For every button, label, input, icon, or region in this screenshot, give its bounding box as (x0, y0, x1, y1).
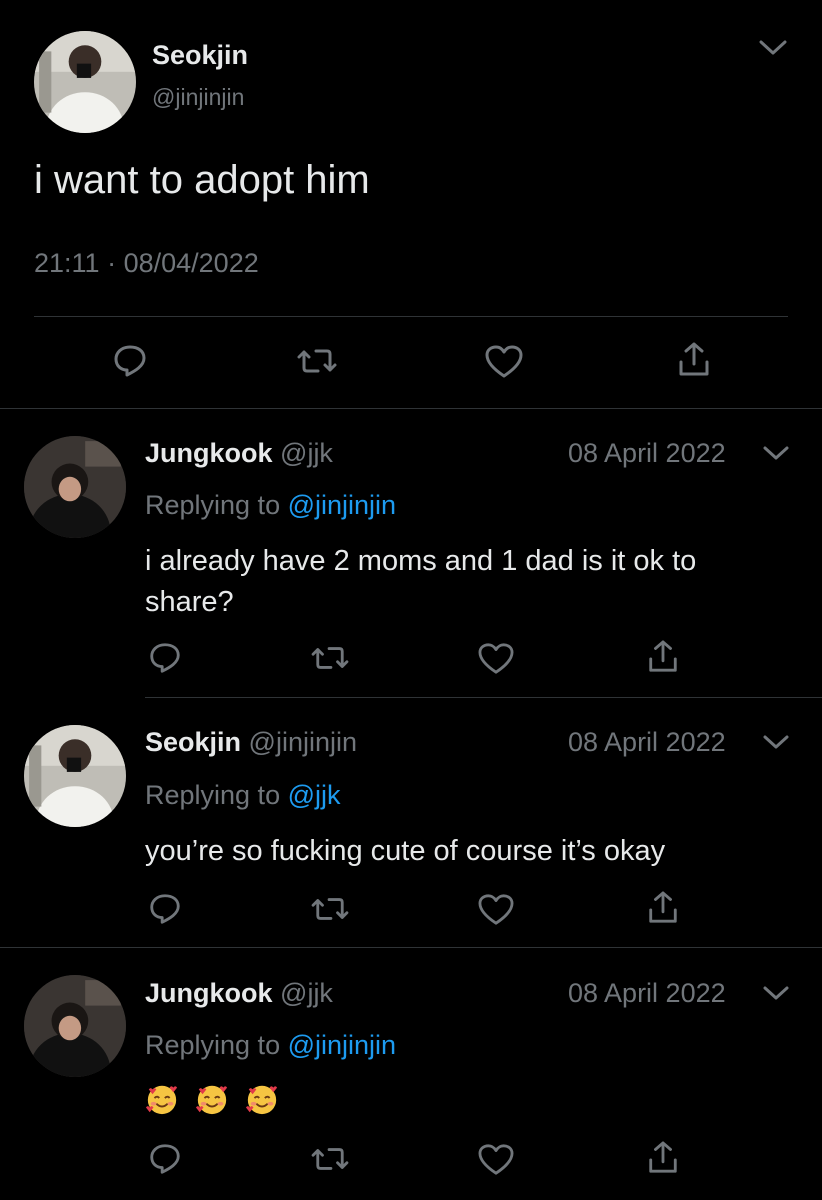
avatar[interactable] (34, 31, 136, 133)
avatar[interactable] (24, 436, 126, 538)
author-handle[interactable]: @jjk (280, 438, 333, 468)
author-name[interactable]: Seokjin (145, 727, 241, 757)
reply-date[interactable]: 08 April 2022 (568, 727, 726, 758)
reply-date[interactable]: 08 April 2022 (568, 438, 726, 469)
action-bar (0, 638, 822, 678)
author-name[interactable]: Jungkook (145, 978, 273, 1008)
like-icon[interactable] (477, 893, 515, 927)
like-icon[interactable] (477, 1143, 515, 1177)
author-handle[interactable]: @jinjinjin (152, 84, 244, 111)
author-name[interactable]: Seokjin (152, 40, 248, 71)
emoji-row (145, 1082, 295, 1118)
action-bar (0, 889, 822, 929)
divider (0, 947, 822, 948)
avatar[interactable] (24, 725, 126, 827)
tweet-timestamp: 21:11 · 08/04/2022 (34, 248, 259, 279)
replying-to: Replying to @jinjinjin (145, 490, 396, 521)
chevron-down-icon[interactable] (762, 984, 790, 1002)
replying-to-prefix: Replying to (145, 490, 281, 520)
separator-dot: · (107, 248, 117, 278)
chevron-down-icon[interactable] (762, 733, 790, 751)
reply-author: Seokjin @jinjinjin (145, 727, 357, 758)
tweet-time: 21:11 (34, 248, 100, 278)
chevron-down-icon[interactable] (758, 38, 788, 58)
like-icon[interactable] (477, 642, 515, 676)
tweet-date[interactable]: 08/04/2022 (124, 248, 259, 278)
replying-to-prefix: Replying to (145, 1030, 281, 1060)
retweet-icon[interactable] (310, 642, 350, 674)
action-bar (0, 340, 822, 380)
smiling-face-with-hearts-emoji (245, 1085, 278, 1115)
reply-text-line: share? (145, 586, 234, 618)
share-icon[interactable] (646, 638, 680, 676)
smiling-face-with-hearts-emoji (195, 1085, 228, 1115)
share-icon[interactable] (646, 889, 680, 927)
reply-icon[interactable] (147, 1141, 183, 1177)
mention-link[interactable]: @jinjinjin (288, 1030, 396, 1060)
mention-link[interactable]: @jjk (288, 780, 341, 810)
smiling-face-with-hearts-emoji (145, 1085, 178, 1115)
tweet-text: i want to adopt him (34, 158, 370, 202)
avatar[interactable] (24, 975, 126, 1077)
chevron-down-icon[interactable] (762, 444, 790, 462)
replying-to: Replying to @jjk (145, 780, 341, 811)
replying-to: Replying to @jinjinjin (145, 1030, 396, 1061)
author-handle[interactable]: @jinjinjin (249, 727, 357, 757)
author-name[interactable]: Jungkook (145, 438, 273, 468)
action-bar (0, 1139, 822, 1179)
reply-icon[interactable] (147, 891, 183, 927)
retweet-icon[interactable] (296, 344, 338, 378)
mention-link[interactable]: @jinjinjin (288, 490, 396, 520)
reply-author: Jungkook @jjk (145, 438, 333, 469)
divider (34, 316, 788, 317)
divider (0, 408, 822, 409)
retweet-icon[interactable] (310, 893, 350, 925)
share-icon[interactable] (646, 1139, 680, 1177)
like-icon[interactable] (484, 344, 524, 380)
replying-to-prefix: Replying to (145, 780, 281, 810)
reply-text-line: you’re so fucking cute of course it’s ok… (145, 835, 666, 867)
reply-icon[interactable] (147, 640, 183, 676)
reply-author: Jungkook @jjk (145, 978, 333, 1009)
divider (145, 697, 822, 698)
retweet-icon[interactable] (310, 1143, 350, 1175)
author-handle[interactable]: @jjk (280, 978, 333, 1008)
reply-date[interactable]: 08 April 2022 (568, 978, 726, 1009)
reply-text-line: i already have 2 moms and 1 dad is it ok… (145, 545, 697, 577)
share-icon[interactable] (676, 340, 712, 380)
reply-icon[interactable] (111, 342, 149, 380)
